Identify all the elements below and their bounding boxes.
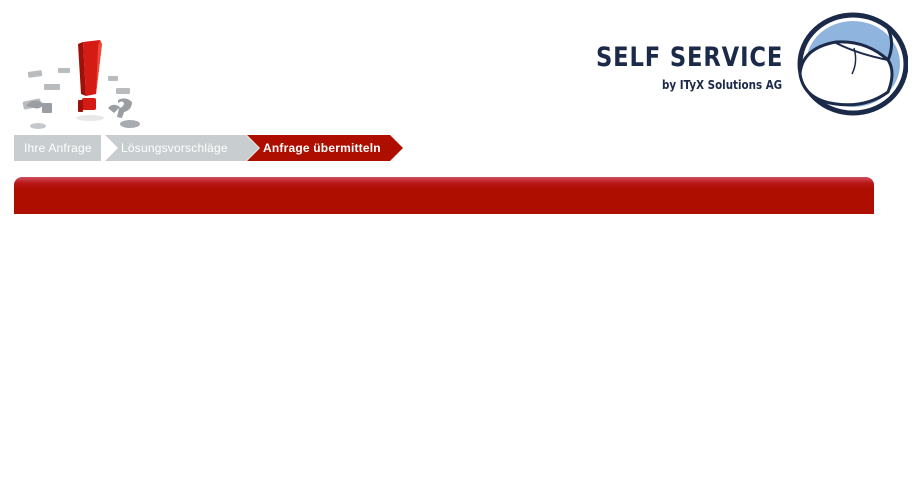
step-anfrage-uebermitteln[interactable]: Anfrage übermitteln xyxy=(245,135,405,161)
content-header-bar xyxy=(14,177,874,214)
step-label: Lösungsvorschläge xyxy=(121,141,228,155)
page: SELF SERVICE by ITyX Solutions AG Ihre A… xyxy=(0,0,920,500)
mouse-icon xyxy=(796,12,909,118)
logo-subtitle: by ITyX Solutions AG xyxy=(662,78,783,92)
step-loesungsvorschlaege[interactable]: Lösungsvorschläge xyxy=(101,135,259,161)
step-label: Anfrage übermitteln xyxy=(263,141,381,155)
exclamation-question-illustration-icon xyxy=(18,38,153,133)
logo-title: SELF SERVICE xyxy=(596,42,784,73)
step-label: Ihre Anfrage xyxy=(24,141,92,155)
self-service-logo: SELF SERVICE by ITyX Solutions AG xyxy=(594,12,910,120)
